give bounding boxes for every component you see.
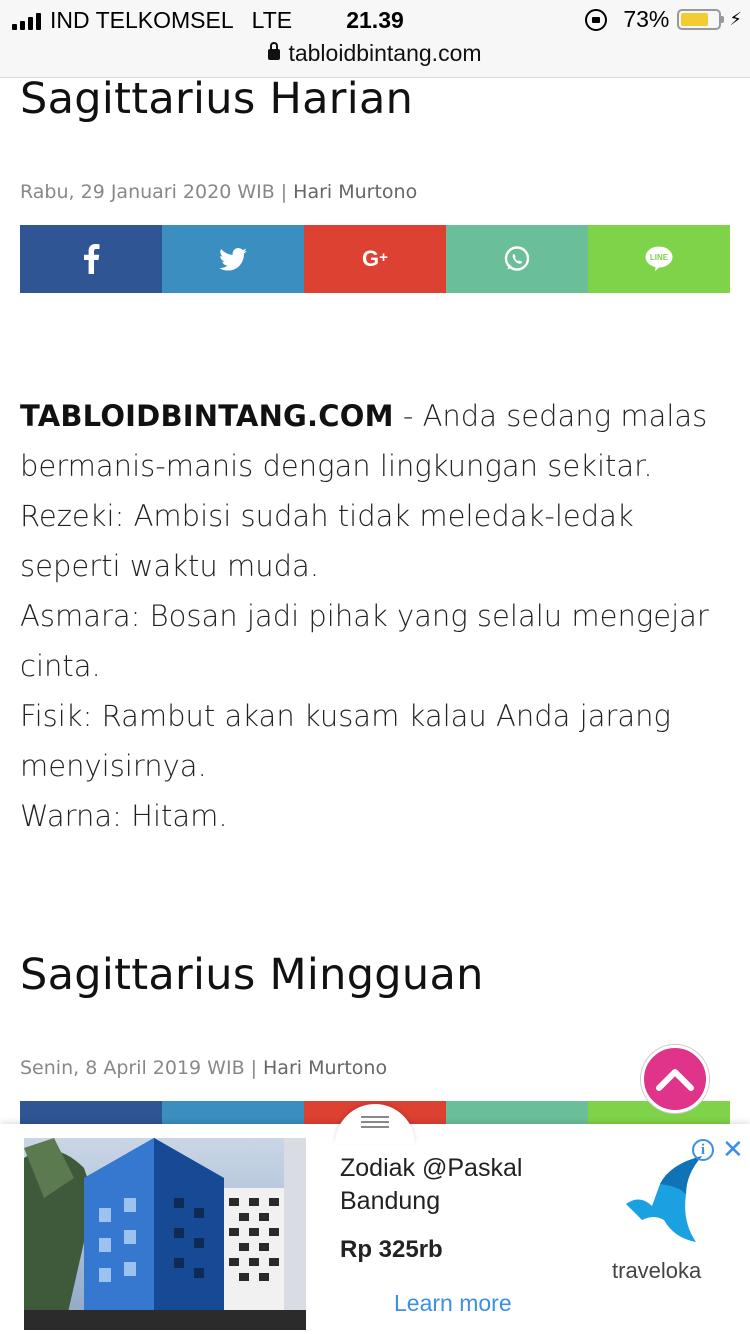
facebook-icon: [84, 244, 100, 274]
ad-close-icon[interactable]: ✕: [722, 1136, 744, 1162]
weekly-meta: Senin, 8 April 2019 WIB | Hari Murtono: [20, 1057, 387, 1079]
article-paragraph: Rezeki: Ambisi sudah tidak meledak-ledak…: [20, 499, 634, 583]
scroll-to-top-button[interactable]: [641, 1045, 709, 1113]
ad-brand-name: traveloka: [612, 1258, 702, 1283]
daily-meta: Rabu, 29 Januari 2020 WIB | Hari Murtono: [20, 181, 417, 203]
padlock-icon: [268, 42, 281, 60]
daily-title: Sagittarius Harian: [20, 74, 414, 124]
ad-learn-more-link[interactable]: Learn more: [394, 1290, 512, 1317]
url-text: tabloidbintang.com: [288, 40, 482, 66]
ad-banner[interactable]: Zodiak @Paskal Bandung Rp 325rb Learn mo…: [0, 1124, 750, 1334]
svg-text:LINE: LINE: [650, 253, 669, 262]
ad-title[interactable]: Zodiak @Paskal Bandung: [340, 1152, 580, 1218]
ad-hotel-image[interactable]: [24, 1138, 306, 1330]
share-facebook-button[interactable]: [20, 225, 162, 293]
meta-separator: |: [280, 181, 288, 203]
chevron-up-icon: [656, 1069, 694, 1091]
google-plus-icon: G+: [362, 246, 388, 271]
article-paragraph: Fisik: Rambut akan kusam kalau Anda jara…: [20, 699, 671, 783]
status-bar: IND TELKOMSEL LTE 21.39 73% ⚡ tabloidbin…: [0, 0, 750, 78]
share-googleplus-button[interactable]: G+: [304, 225, 446, 293]
whatsapp-icon: [504, 246, 530, 271]
traveloka-bird-icon: [626, 1156, 702, 1242]
daily-author[interactable]: Hari Murtono: [293, 181, 417, 203]
line-icon: LINE: [645, 246, 673, 271]
daily-share-bar: G+ LINE: [20, 225, 730, 293]
orientation-lock-icon: [585, 8, 608, 31]
article-paragraph: Warna: Hitam.: [20, 799, 228, 833]
article-paragraph: Asmara: Bosan jadi pihak yang selalu men…: [20, 599, 709, 683]
ad-brand-logo[interactable]: [590, 1134, 738, 1324]
daily-date: Rabu, 29 Januari 2020 WIB: [20, 181, 275, 203]
article-brand: TABLOIDBINTANG.COM: [20, 399, 394, 433]
twitter-icon: [219, 247, 247, 271]
share-line-button[interactable]: LINE: [588, 225, 730, 293]
meta-separator: |: [250, 1057, 258, 1079]
ad-info-icon[interactable]: i: [692, 1139, 714, 1161]
battery-fill: [681, 13, 708, 26]
share-twitter-button[interactable]: [162, 225, 304, 293]
weekly-title: Sagittarius Mingguan: [20, 950, 484, 1000]
weekly-date: Senin, 8 April 2019 WIB: [20, 1057, 245, 1079]
weekly-author[interactable]: Hari Murtono: [263, 1057, 387, 1079]
menu-lines-icon: [361, 1116, 389, 1128]
battery-percent: 73%: [623, 6, 670, 32]
ad-price: Rp 325rb: [340, 1236, 443, 1263]
share-whatsapp-button[interactable]: [446, 225, 588, 293]
daily-article-body: TABLOIDBINTANG.COM - Anda sedang malas b…: [20, 391, 735, 841]
address-bar[interactable]: tabloidbintang.com: [0, 40, 750, 67]
status-right: 73% ⚡: [585, 6, 742, 33]
article-paragraph: TABLOIDBINTANG.COM - Anda sedang malas b…: [20, 391, 735, 491]
battery-icon: [677, 9, 725, 30]
hotel-building-image: [24, 1138, 306, 1330]
charging-icon: ⚡: [729, 9, 742, 29]
